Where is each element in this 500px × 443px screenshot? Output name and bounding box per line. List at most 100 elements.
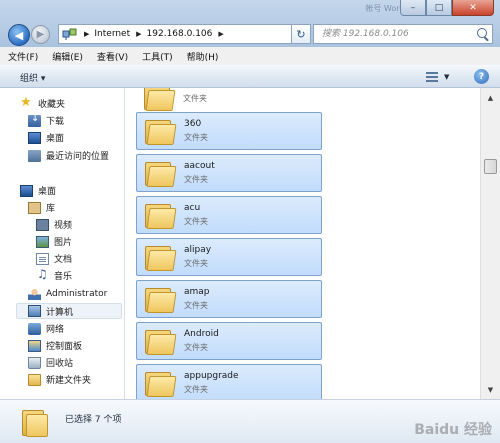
folder-name: aacout <box>184 161 215 171</box>
close-button[interactable]: ✕ <box>452 0 494 16</box>
nav-videos[interactable]: 视频 <box>36 218 72 231</box>
menu-tools[interactable]: 工具(T) <box>142 50 173 63</box>
documents-icon <box>36 252 49 265</box>
network-location-icon <box>62 27 78 41</box>
back-arrow-icon: ◀ <box>14 28 24 42</box>
back-button[interactable]: ◀ <box>8 24 30 46</box>
address-bar[interactable]: ▶ Internet ▶ 192.168.0.106 ▶ ▼ <box>58 24 308 44</box>
view-list-icon <box>426 71 438 82</box>
breadcrumb-host[interactable]: 192.168.0.106 <box>147 29 213 39</box>
search-box[interactable] <box>313 24 493 44</box>
folder-type: 文件夹 <box>184 175 208 184</box>
folder-item[interactable]: Android 文件夹 <box>136 322 322 360</box>
folder-type: 文件夹 <box>184 217 208 226</box>
star-icon <box>20 95 33 110</box>
nav-computer[interactable]: 计算机 <box>16 303 122 319</box>
nav-pictures[interactable]: 图片 <box>36 235 72 248</box>
scroll-down-icon[interactable]: ▼ <box>483 382 498 397</box>
folder-icon <box>143 158 177 188</box>
nav-control-panel[interactable]: 控制面板 <box>28 339 82 352</box>
folder-type: 文件夹 <box>184 385 208 394</box>
menu-help[interactable]: 帮助(H) <box>187 50 219 63</box>
nav-label: 控制面板 <box>46 342 83 352</box>
nav-libraries[interactable]: 库 <box>28 201 55 214</box>
help-icon[interactable]: ? <box>474 69 489 84</box>
nav-music[interactable]: 音乐 <box>36 267 72 283</box>
details-pane: 已选择 7 个项 Baidu 经验 <box>0 399 500 443</box>
nav-recycle-bin[interactable]: 回收站 <box>28 356 73 369</box>
nav-label: 网络 <box>46 325 65 335</box>
downloads-icon <box>28 113 41 127</box>
folder-item[interactable]: acu 文件夹 <box>136 196 322 234</box>
pictures-icon <box>36 235 49 248</box>
refresh-button[interactable]: ↻ <box>291 24 311 44</box>
scroll-up-icon[interactable]: ▲ <box>483 90 498 105</box>
selection-status: 已选择 7 个项 <box>65 415 122 425</box>
recent-places-icon <box>28 149 41 162</box>
nav-label: 文档 <box>54 255 73 265</box>
nav-label: 回收站 <box>46 359 74 369</box>
control-panel-icon <box>28 339 41 352</box>
menu-edit[interactable]: 编辑(E) <box>52 50 83 63</box>
nav-recent-places[interactable]: 最近访问的位置 <box>28 149 109 162</box>
folder-type: 文件夹 <box>184 343 208 352</box>
menu-file[interactable]: 文件(F) <box>8 50 38 63</box>
folder-type: 文件夹 <box>184 133 208 142</box>
maximize-button[interactable]: □ <box>426 0 452 16</box>
vertical-scrollbar[interactable]: ▲ ▼ <box>480 88 500 399</box>
change-view-button[interactable]: ▼ <box>426 70 454 83</box>
nav-documents[interactable]: 文档 <box>36 252 72 265</box>
folder-item[interactable]: 360 文件夹 <box>136 112 322 150</box>
folder-type: 文件夹 <box>184 301 208 310</box>
search-icon[interactable] <box>477 28 487 38</box>
search-input[interactable] <box>320 28 474 40</box>
folder-item[interactable]: amap 文件夹 <box>136 280 322 318</box>
navigation-pane: 收藏夹 下载 桌面 最近访问的位置 桌面 库 视频 图片 文档 音乐 Admin… <box>0 88 125 399</box>
computer-icon <box>28 305 41 317</box>
folder-icon <box>22 406 48 438</box>
recycle-bin-icon <box>28 356 41 369</box>
nav-desktop[interactable]: 桌面 <box>20 184 56 197</box>
folder-type: 文件夹 <box>183 94 207 103</box>
breadcrumb-internet[interactable]: Internet <box>94 29 130 39</box>
title-bar: 帐号 Word … – □ ✕ ◀ ▶ ▶ Internet ▶ 192.168… <box>0 0 500 47</box>
nav-label: 计算机 <box>46 307 74 318</box>
folder-icon <box>143 284 177 314</box>
folder-icon <box>143 368 177 398</box>
nav-downloads[interactable]: 下载 <box>28 113 64 127</box>
window-controls: – □ ✕ <box>400 0 494 16</box>
forward-button[interactable]: ▶ <box>31 25 50 44</box>
breadcrumb-separator-icon[interactable]: ▶ <box>84 30 89 38</box>
nav-administrator[interactable]: Administrator <box>28 288 107 300</box>
nav-favorites[interactable]: 收藏夹 <box>20 95 66 111</box>
breadcrumb-separator-icon[interactable]: ▶ <box>218 30 223 38</box>
breadcrumb-separator-icon[interactable]: ▶ <box>136 30 141 38</box>
nav-label: 库 <box>46 204 56 214</box>
scrollbar-thumb[interactable] <box>484 159 497 174</box>
nav-label: 桌面 <box>38 187 57 197</box>
minimize-button[interactable]: – <box>400 0 426 16</box>
video-icon <box>36 218 49 231</box>
music-icon <box>36 267 49 282</box>
nav-label: 新建文件夹 <box>46 376 92 386</box>
file-list: 文件夹 360 文件夹 aacout 文件夹 acu 文件夹 alipay 文件… <box>125 88 480 399</box>
folder-item[interactable]: appupgrade 文件夹 <box>136 364 322 399</box>
folder-name: 360 <box>184 119 202 129</box>
organize-button[interactable]: 组织 ▾ <box>20 71 45 84</box>
view-dropdown-icon[interactable]: ▼ <box>444 73 449 81</box>
desktop-icon <box>20 184 33 197</box>
nav-label: 最近访问的位置 <box>46 152 110 162</box>
folder-icon <box>143 200 177 230</box>
folder-item[interactable]: aacout 文件夹 <box>136 154 322 192</box>
nav-desktop-favorite[interactable]: 桌面 <box>28 131 64 144</box>
user-icon <box>28 288 41 300</box>
menu-view[interactable]: 查看(V) <box>97 50 128 63</box>
forward-arrow-icon: ▶ <box>36 29 45 40</box>
nav-label: 收藏夹 <box>38 100 66 110</box>
nav-network[interactable]: 网络 <box>28 322 64 335</box>
folder-item[interactable]: alipay 文件夹 <box>136 238 322 276</box>
watermark: Baidu 经验 <box>414 422 492 438</box>
command-bar: 组织 ▾ ▼ ? <box>0 65 500 88</box>
folder-name: alipay <box>184 245 212 255</box>
nav-new-folder[interactable]: 新建文件夹 <box>28 373 91 386</box>
